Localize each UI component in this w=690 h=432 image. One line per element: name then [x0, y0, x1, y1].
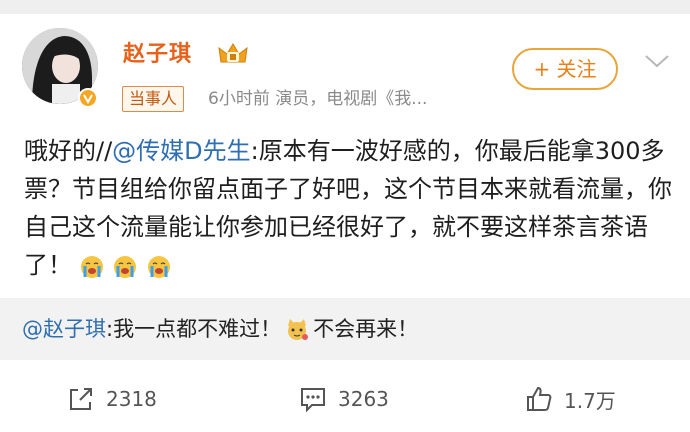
comment-count: 3263: [338, 387, 389, 411]
share-count: 2318: [106, 387, 157, 411]
mention-link[interactable]: @传媒D先生: [112, 137, 250, 165]
top-strip: [0, 0, 690, 14]
cat-emoji-icon: [283, 316, 311, 344]
share-button[interactable]: 2318: [66, 382, 157, 416]
crying-emoji-icon: [147, 255, 171, 279]
like-icon: [527, 386, 552, 411]
username[interactable]: 赵子琪: [123, 36, 192, 68]
crying-emoji-icon: [113, 255, 137, 279]
reply-mention-link[interactable]: @赵子琪: [22, 317, 106, 341]
reply-line: @赵子琪:我一点都不难过！ 不会再来！: [22, 312, 418, 346]
post-content: 哦好的//@传媒D先生:原本有一波好感的，你最后能拿300多票？节目组给你留点面…: [24, 132, 674, 285]
like-button[interactable]: 1.7万: [524, 382, 616, 416]
reply-text-a: :我一点都不难过！: [106, 317, 282, 341]
emoji-row: [80, 247, 173, 285]
comment-icon: [301, 388, 325, 413]
participant-badge: 当事人: [122, 86, 185, 112]
verified-v-icon: [78, 88, 98, 108]
like-count: 1.7万: [564, 388, 616, 413]
post-header: 赵子琪 当事人 6小时前 演员，电视剧《我... + 关注: [0, 14, 690, 114]
comment-button[interactable]: 3263: [298, 382, 389, 416]
quoted-reply[interactable]: @赵子琪:我一点都不难过！ 不会再来！: [0, 298, 690, 360]
post-meta: 6小时前 演员，电视剧《我...: [208, 89, 428, 109]
share-icon: [70, 388, 92, 410]
reply-text-b: 不会再来！: [313, 317, 419, 341]
crown-icon: [217, 40, 249, 68]
action-bar: 2318 3263 1.7万: [0, 372, 690, 432]
repost-prefix: 哦好的//: [24, 137, 113, 165]
chevron-down-icon[interactable]: [644, 54, 670, 68]
crying-emoji-icon: [80, 255, 104, 279]
follow-button[interactable]: + 关注: [512, 48, 618, 90]
